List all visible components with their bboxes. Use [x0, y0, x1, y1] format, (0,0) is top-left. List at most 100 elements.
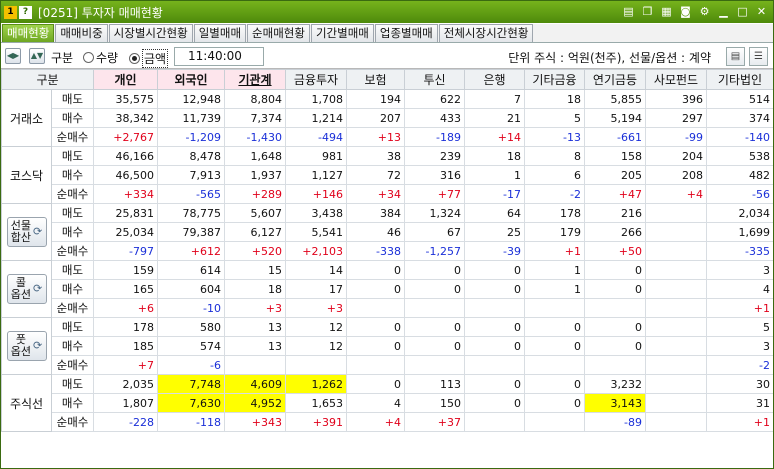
window-number-badge[interactable]: 1 [4, 5, 17, 19]
table-cell: -99 [645, 127, 707, 147]
table-cell [346, 355, 405, 375]
table-cell: 5 [706, 317, 773, 337]
table-cell: -1,430 [224, 127, 286, 147]
market-toggle-label: 풋 옵션 [10, 333, 32, 358]
tab-6[interactable]: 업종별매매 [374, 24, 438, 42]
table-cell: 374 [706, 108, 773, 128]
tab-2[interactable]: 시장별시간현황 [108, 24, 193, 42]
column-header[interactable]: 기타법인 [706, 69, 773, 90]
row-type-label: 매수 [51, 336, 94, 356]
table-cell: 3,438 [285, 203, 347, 223]
table-cell: 482 [706, 165, 773, 185]
table-cell: 46,500 [93, 165, 158, 185]
table-cell: 179 [524, 222, 585, 242]
tab-0[interactable]: 매매현황 [2, 24, 55, 42]
table-row: 순매수 +2,767 -1,209 -1,430 -494 +13 -189 +14 -13 -6… [2, 127, 773, 147]
column-header[interactable]: 구분 [1, 69, 94, 90]
group-label[interactable]: 풋 옵션 ⟳ [1, 317, 52, 375]
column-header[interactable]: 보험 [346, 69, 405, 90]
table-cell: 266 [584, 222, 646, 242]
table-cell: 79,387 [157, 222, 225, 242]
column-header[interactable]: 외국인 [157, 69, 225, 90]
table-cell: 46,166 [93, 146, 158, 166]
title-bar: 1 ? [0251] 투자자 매매현황 ▤ ❐ ▦ ◙ ⚙ ▁ □ ✕ [1, 1, 773, 23]
table-cell: -2 [706, 355, 773, 375]
table-cell [645, 203, 707, 223]
radio-circle-selected[interactable] [129, 53, 140, 64]
minimize-icon[interactable]: ▁ [716, 4, 731, 19]
prev-next-arrows[interactable]: ◀▶ [5, 48, 21, 64]
table-cell: 4 [706, 279, 773, 299]
column-header[interactable]: 연기금등 [584, 69, 646, 90]
chart-icon[interactable]: ▤ [621, 4, 636, 19]
table-cell: -797 [93, 241, 158, 261]
tab-3[interactable]: 일별매매 [193, 24, 247, 42]
table-cell: +2,103 [285, 241, 347, 261]
table-row: 순매수 -797 +612 +520 +2,103 -338 -1,257 -39 +1 +50 -… [2, 241, 773, 261]
table-row: 순매수 +6 -10 +3 +3 +1 [2, 298, 773, 318]
table-cell: +4 [645, 184, 707, 204]
restore-icon[interactable]: □ [735, 4, 750, 19]
table-cell: 384 [346, 203, 405, 223]
table-row: 매수 38,342 11,739 7,374 1,214 207 433 21 5 5,194 29… [2, 108, 773, 128]
table-cell: 0 [524, 317, 585, 337]
column-header[interactable]: 기타금융 [524, 69, 585, 90]
row-type-label: 순매수 [51, 355, 94, 375]
group-label[interactable]: 콜 옵션 ⟳ [1, 260, 52, 318]
help-badge[interactable]: ? [19, 5, 32, 19]
table-cell [645, 317, 707, 337]
table-cell: 580 [157, 317, 225, 337]
gear-icon[interactable]: ⚙ [697, 4, 712, 19]
table-cell: 17 [285, 279, 347, 299]
copy-icon[interactable]: ❐ [640, 4, 655, 19]
market-toggle-button[interactable]: 선물 합산 ⟳ [6, 217, 47, 247]
radio-amount[interactable]: 금액 [129, 49, 169, 68]
table-cell: +343 [224, 412, 286, 432]
tab-5[interactable]: 기간별매매 [310, 24, 374, 42]
table-cell [346, 298, 405, 318]
column-header[interactable]: 금융투자 [285, 69, 347, 90]
radio-circle[interactable] [83, 52, 94, 63]
spin-arrows[interactable]: ▲▼ [29, 48, 45, 64]
time-input[interactable]: 11:40:00 [174, 47, 264, 66]
table-cell: -17 [464, 184, 525, 204]
table-cell: +1 [706, 298, 773, 318]
table-row: 매수 46,500 7,913 1,937 1,127 72 316 1 6 205 208 482 [2, 165, 773, 185]
tab-4[interactable]: 순매매현황 [247, 24, 310, 42]
grid-view-button[interactable]: ▤ [726, 47, 745, 66]
table-cell: 18 [224, 279, 286, 299]
market-toggle-label: 선물 합산 [10, 219, 32, 244]
tab-7[interactable]: 전체시장시간현황 [438, 24, 534, 42]
table-cell: 4,952 [224, 393, 286, 413]
column-header[interactable]: 은행 [464, 69, 525, 90]
column-header[interactable]: 투신 [404, 69, 465, 90]
table-cell [645, 298, 707, 318]
print-icon[interactable]: ▦ [659, 4, 674, 19]
table-row: 순매수 +334 -565 +289 +146 +34 +77 -17 -2 +47 +4 -56 [2, 184, 773, 204]
group-label[interactable]: 선물 합산 ⟳ [1, 203, 52, 261]
camera-icon[interactable]: ◙ [678, 4, 693, 19]
table-cell: 5 [524, 108, 585, 128]
table-cell: 2,035 [93, 374, 158, 394]
table-cell: 0 [404, 317, 465, 337]
table-cell: 7,748 [157, 374, 225, 394]
table-row: 순매수 +7 -6 -2 [2, 355, 773, 375]
close-icon[interactable]: ✕ [754, 4, 769, 19]
table-row: 코스닥 매도 46,166 8,478 1,648 981 38 239 18 8 158 204 53… [1, 146, 773, 204]
table-cell: 31 [706, 393, 773, 413]
table-cell: +34 [346, 184, 405, 204]
radio-quantity[interactable]: 수량 [83, 49, 118, 66]
table-cell: 7 [464, 89, 525, 109]
settings-button[interactable]: ☰ [749, 47, 768, 66]
tab-1[interactable]: 매매비중 [55, 24, 108, 42]
table-cell: 0 [524, 374, 585, 394]
market-toggle-button[interactable]: 풋 옵션 ⟳ [6, 331, 47, 361]
table-cell: 7,630 [157, 393, 225, 413]
row-type-label: 매수 [51, 222, 94, 242]
column-header[interactable]: 사모펀드 [645, 69, 707, 90]
refresh-icon: ⟳ [33, 339, 43, 352]
market-toggle-button[interactable]: 콜 옵션 ⟳ [6, 274, 47, 304]
column-header[interactable]: 개인 [93, 69, 158, 90]
tab-bar: 매매현황 매매비중 시장별시간현황 일별매매 순매매현황 기간별매매 업종별매매 전체시장시간… [1, 24, 773, 43]
column-header[interactable]: 기관계 [224, 69, 286, 90]
